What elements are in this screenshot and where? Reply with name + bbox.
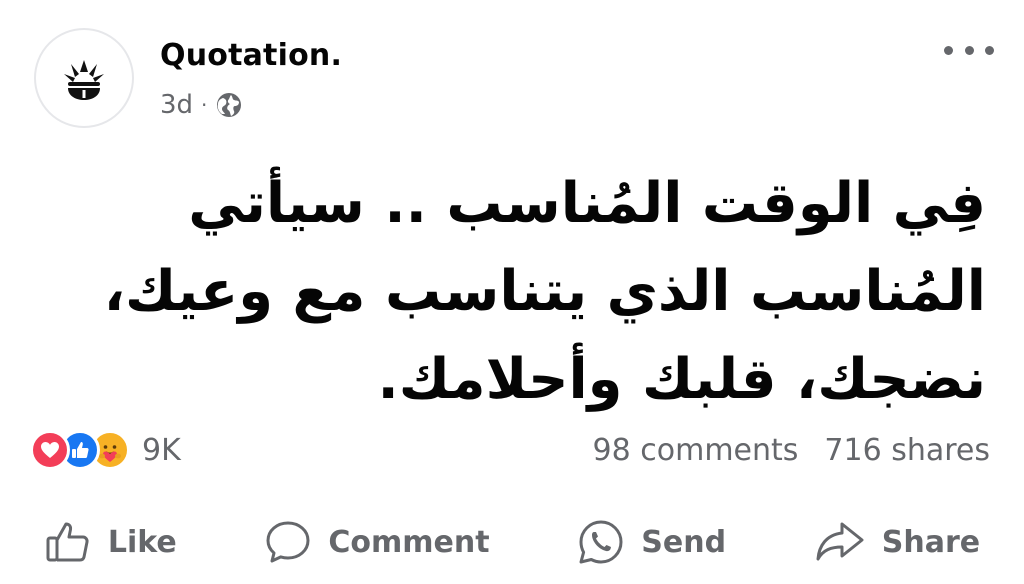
comment-label: Comment (328, 524, 490, 560)
share-button[interactable]: Share (798, 518, 996, 566)
more-dot (985, 45, 994, 55)
send-label: Send (641, 524, 727, 560)
more-dot (944, 45, 953, 55)
post-meta: 3d · (160, 88, 243, 122)
page-avatar[interactable] (34, 28, 134, 128)
engagement-stats: 98 comments 716 shares (593, 428, 990, 472)
meta-separator: · (201, 93, 208, 117)
like-button[interactable]: Like (28, 518, 193, 566)
comment-count-link[interactable]: 98 comments (593, 433, 799, 468)
page-logo-icon (64, 60, 104, 100)
more-options-button[interactable] (944, 38, 994, 62)
post-text-line: فِي الوقت المُناسب .. سيأتي (188, 171, 986, 236)
send-button[interactable]: Send (561, 518, 742, 566)
like-label: Like (107, 524, 177, 560)
more-dot (964, 45, 974, 55)
comment-button[interactable]: Comment (248, 518, 505, 566)
post-time[interactable]: 3d (160, 90, 193, 120)
share-count-link[interactable]: 716 shares (824, 433, 990, 468)
share-label: Share (881, 524, 981, 560)
post-text: فِي الوقت المُناسب .. سيأتي المُناسب الذ… (86, 160, 986, 424)
share-arrow-icon (816, 522, 864, 561)
globe-icon (217, 93, 242, 117)
thumbs-up-icon (46, 522, 89, 562)
facebook-post: Quotation. 3d · فِي الوقت المُناسب .. سي… (0, 0, 1024, 584)
love-reaction-icon (30, 430, 70, 470)
reaction-summary[interactable]: 9K (30, 428, 181, 472)
action-bar: Like Comment Send Share (0, 508, 1024, 576)
page-name[interactable]: Quotation. (160, 38, 342, 73)
post-text-line: نضجك، قلبك وأحلامك. (377, 347, 986, 412)
whatsapp-icon (579, 520, 623, 564)
comment-bubble-icon (266, 521, 310, 563)
reaction-count: 9K (142, 432, 181, 468)
post-text-line: المُناسب الذي يتناسب مع وعيك، (103, 259, 986, 324)
